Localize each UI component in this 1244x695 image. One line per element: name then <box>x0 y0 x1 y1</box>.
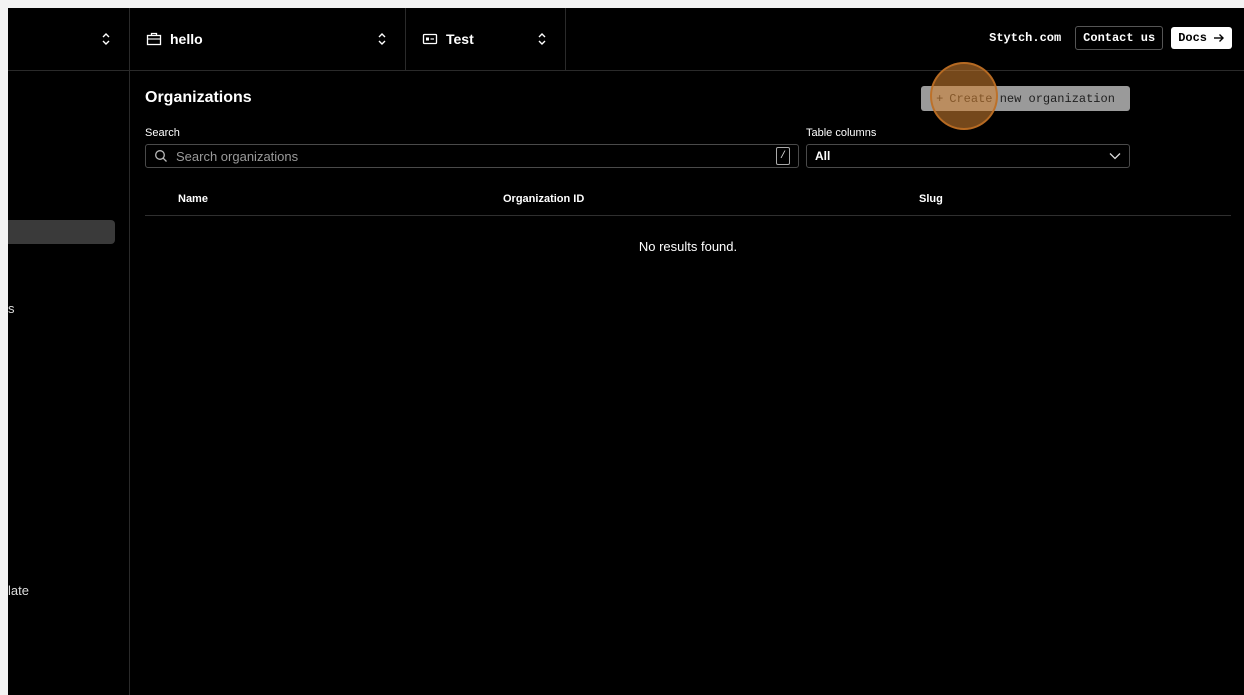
arrow-right-icon <box>1214 34 1224 42</box>
chevron-down-icon <box>1109 153 1121 160</box>
up-down-chevron-icon <box>538 33 546 45</box>
page-title: Organizations <box>145 89 252 106</box>
environment-name: Test <box>446 31 474 47</box>
top-bar: hello Test Stytch.com Contact us Docs <box>8 8 1244 71</box>
table-columns-label: Table columns <box>806 127 877 139</box>
column-header-slug[interactable]: Slug <box>919 193 943 205</box>
table-header: Name Organization ID Slug <box>145 185 1231 216</box>
app-window: hello Test Stytch.com Contact us Docs s … <box>8 8 1244 695</box>
search-icon <box>155 150 167 162</box>
search-label: Search <box>145 127 180 139</box>
sidebar-item-label[interactable]: s <box>8 301 15 316</box>
plus-icon: + <box>936 91 944 106</box>
project-name: hello <box>170 31 203 47</box>
up-down-chevron-icon <box>378 33 386 45</box>
environment-switcher[interactable]: Test <box>406 8 566 70</box>
search-input[interactable] <box>174 147 776 165</box>
sidebar-item-label[interactable]: late <box>8 583 29 598</box>
contact-us-button[interactable]: Contact us <box>1075 26 1164 50</box>
create-organization-button[interactable]: + Create new organization <box>921 86 1130 111</box>
sidebar: s late <box>8 71 130 695</box>
create-organization-label: Create new organization <box>949 91 1115 106</box>
docs-button[interactable]: Docs <box>1171 27 1232 49</box>
environment-icon <box>422 31 438 47</box>
docs-button-label: Docs <box>1178 31 1207 45</box>
briefcase-icon <box>146 31 162 47</box>
empty-state-message: No results found. <box>638 239 738 254</box>
column-header-name[interactable]: Name <box>178 193 208 205</box>
site-link[interactable]: Stytch.com <box>983 31 1067 45</box>
keyboard-shortcut-hint: / <box>776 147 790 165</box>
sidebar-item-active[interactable] <box>8 220 115 244</box>
table-columns-select[interactable]: All <box>806 144 1130 168</box>
table-columns-value: All <box>815 149 831 163</box>
up-down-chevron-icon <box>102 33 110 45</box>
column-header-organization-id[interactable]: Organization ID <box>503 193 584 205</box>
search-field[interactable]: / <box>145 144 799 168</box>
top-actions: Stytch.com Contact us Docs <box>983 26 1232 50</box>
workspace-switcher[interactable] <box>8 8 130 70</box>
project-switcher[interactable]: hello <box>130 8 406 70</box>
